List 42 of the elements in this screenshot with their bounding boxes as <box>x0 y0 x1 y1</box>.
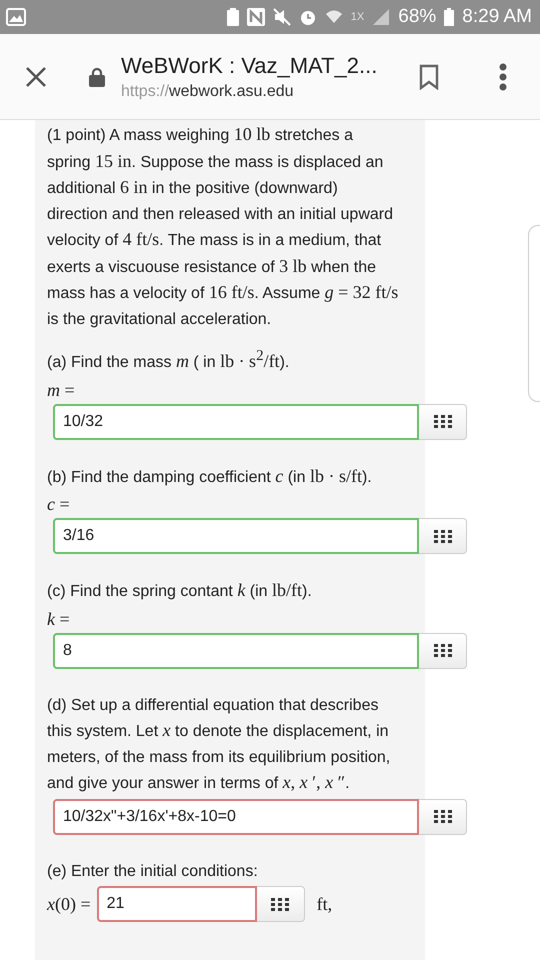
network-label: 1X <box>350 11 364 23</box>
answer-field[interactable]: 8 <box>53 632 419 668</box>
image-icon <box>6 8 26 26</box>
answer-label: m = <box>47 378 76 402</box>
question-text: (a) Find the mass m ( in lb · s$^{2}$/ft). <box>47 347 290 373</box>
battery-icon <box>444 8 454 26</box>
clock: 8:29 AM <box>462 6 532 28</box>
equation-editor-button[interactable] <box>419 632 467 668</box>
question-text: (d) Set up a differential equation that describes this system. Let x to denote the displacement, in meters, of the mass from its equilibrium position, and give your answer in terms of x, x ′, x ″. <box>47 696 392 794</box>
answer-label: x(0) = <box>47 894 91 914</box>
answer-field[interactable]: 10/32 <box>53 404 419 440</box>
question-text: (b) Find the damping coefficient c (in lb · s/ft). <box>47 464 373 488</box>
bookmark-icon[interactable] <box>419 64 439 90</box>
grid-icon <box>434 530 452 542</box>
close-icon[interactable] <box>25 66 47 88</box>
alarm-icon <box>298 8 317 26</box>
unit-label: ft, <box>316 894 332 914</box>
page-url: https://webwork.asu.edu <box>121 82 295 100</box>
equation-editor-button[interactable] <box>419 518 467 554</box>
equation-editor-button[interactable] <box>256 886 305 922</box>
answer-field[interactable]: 21 <box>96 886 257 922</box>
more-icon[interactable] <box>499 62 507 90</box>
grid-icon <box>434 415 452 428</box>
problem-text: (1 point) A mass weighing 10 lb stretches a spring 15 in. Suppose the mass is displaced an additional 6 in in the positive (downward) direction and then released with an initial upward velocity of 4 ft/s. The mass is in a medium, that exerts a viscuouse resistance of 3 lb when the mass has a velocity of 16 ft/s. Assume g = 32 ft/s is the gravitational acceleration. <box>47 123 399 330</box>
question-text: (e) Enter the initial conditions: <box>47 862 259 882</box>
battery-saver-icon <box>226 8 239 26</box>
answer-field[interactable]: 3/16 <box>53 518 419 554</box>
page-title: WeBWorK : Vaz_MAT_2... <box>121 52 378 78</box>
signal-icon <box>372 8 390 26</box>
answer-label: k = <box>47 608 71 630</box>
equation-editor-button[interactable] <box>419 404 467 440</box>
grid-icon <box>434 644 452 657</box>
mute-icon <box>272 8 291 26</box>
grid-icon <box>271 898 290 910</box>
battery-percent: 68% <box>398 6 436 28</box>
nfc-icon <box>246 8 265 26</box>
answer-label: c = <box>47 493 71 516</box>
question-text: (c) Find the spring contant k (in lb/ft). <box>47 579 313 602</box>
answer-field[interactable]: 10/32x"+3/16x'+8x-10=0 <box>53 798 419 834</box>
equation-editor-button[interactable] <box>419 798 467 834</box>
grid-icon <box>434 810 452 823</box>
lock-icon <box>89 66 105 86</box>
